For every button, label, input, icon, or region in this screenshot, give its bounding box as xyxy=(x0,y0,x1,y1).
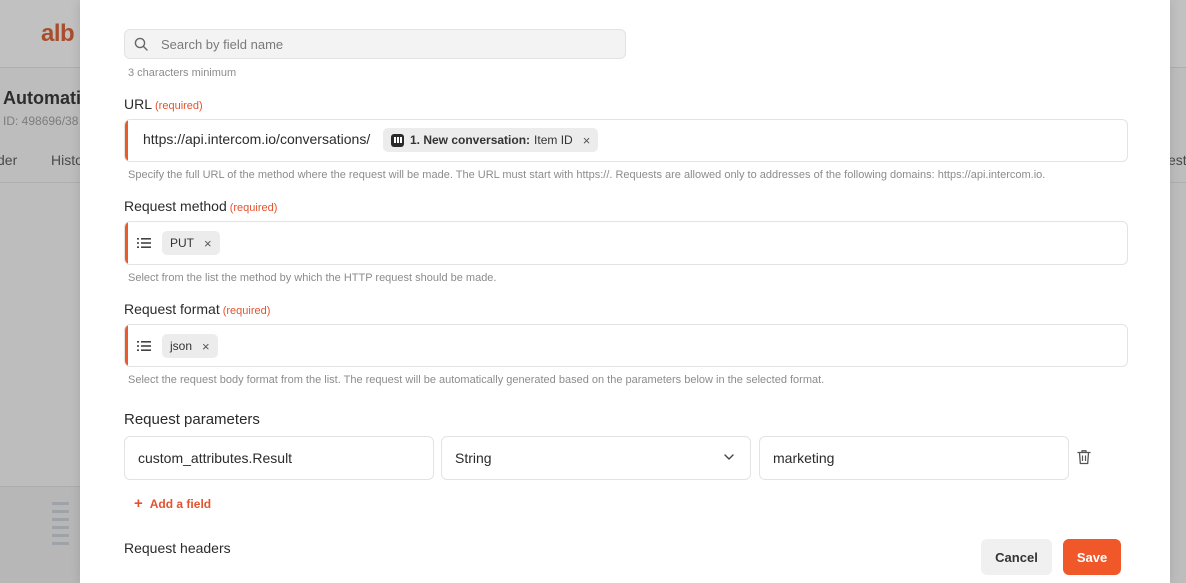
save-button[interactable]: Save xyxy=(1063,539,1121,575)
method-value: PUT xyxy=(170,236,194,250)
param-value-input[interactable]: marketing xyxy=(759,436,1069,480)
request-format-hint: Select the request body format from the … xyxy=(128,374,825,386)
method-chip[interactable]: PUT × xyxy=(162,231,220,255)
request-format-label: Request format (required) xyxy=(124,301,271,317)
param-type-value: String xyxy=(455,450,492,466)
url-variable-chip[interactable]: 1. New conversation: Item ID × xyxy=(383,128,599,152)
param-name-input[interactable]: custom_attributes.Result xyxy=(124,436,434,480)
add-field-button[interactable]: + Add a field xyxy=(134,495,211,512)
intercom-icon xyxy=(391,133,404,147)
url-base-text: https://api.intercom.io/conversations/ xyxy=(143,131,371,147)
request-headers-title: Request headers xyxy=(124,540,231,556)
http-request-settings-modal: 3 characters minimum URL(required) https… xyxy=(80,0,1170,583)
close-icon[interactable]: × xyxy=(583,133,591,148)
search-hint: 3 characters minimum xyxy=(128,67,237,79)
close-icon[interactable]: × xyxy=(202,339,210,354)
list-icon xyxy=(137,238,151,248)
plus-icon: + xyxy=(134,495,143,512)
format-chip[interactable]: json × xyxy=(162,334,218,358)
format-value: json xyxy=(170,339,193,353)
field-search[interactable] xyxy=(124,29,626,59)
search-icon xyxy=(134,37,148,51)
param-type-select[interactable]: String xyxy=(441,436,751,480)
url-field[interactable]: https://api.intercom.io/conversations/ 1… xyxy=(124,119,1128,162)
list-icon xyxy=(137,341,151,351)
trash-icon[interactable] xyxy=(1077,449,1091,465)
url-hint: Specify the full URL of the method where… xyxy=(128,169,1046,181)
request-format-field[interactable]: json × xyxy=(124,324,1128,367)
url-label: URL (required) xyxy=(124,96,203,112)
chip-value-label: Item ID xyxy=(534,133,573,147)
request-method-hint: Select from the list the method by which… xyxy=(128,272,497,284)
add-field-label: Add a field xyxy=(149,496,212,511)
cancel-button[interactable]: Cancel xyxy=(981,539,1052,575)
request-method-label: Request method (required) xyxy=(124,198,278,214)
close-icon[interactable]: × xyxy=(204,236,212,251)
chevron-down-icon xyxy=(724,454,734,460)
request-method-field[interactable]: PUT × xyxy=(124,221,1128,265)
request-parameters-title: Request parameters xyxy=(124,411,260,428)
search-input[interactable] xyxy=(161,34,611,54)
chip-step-label: 1. New conversation: xyxy=(410,133,531,147)
